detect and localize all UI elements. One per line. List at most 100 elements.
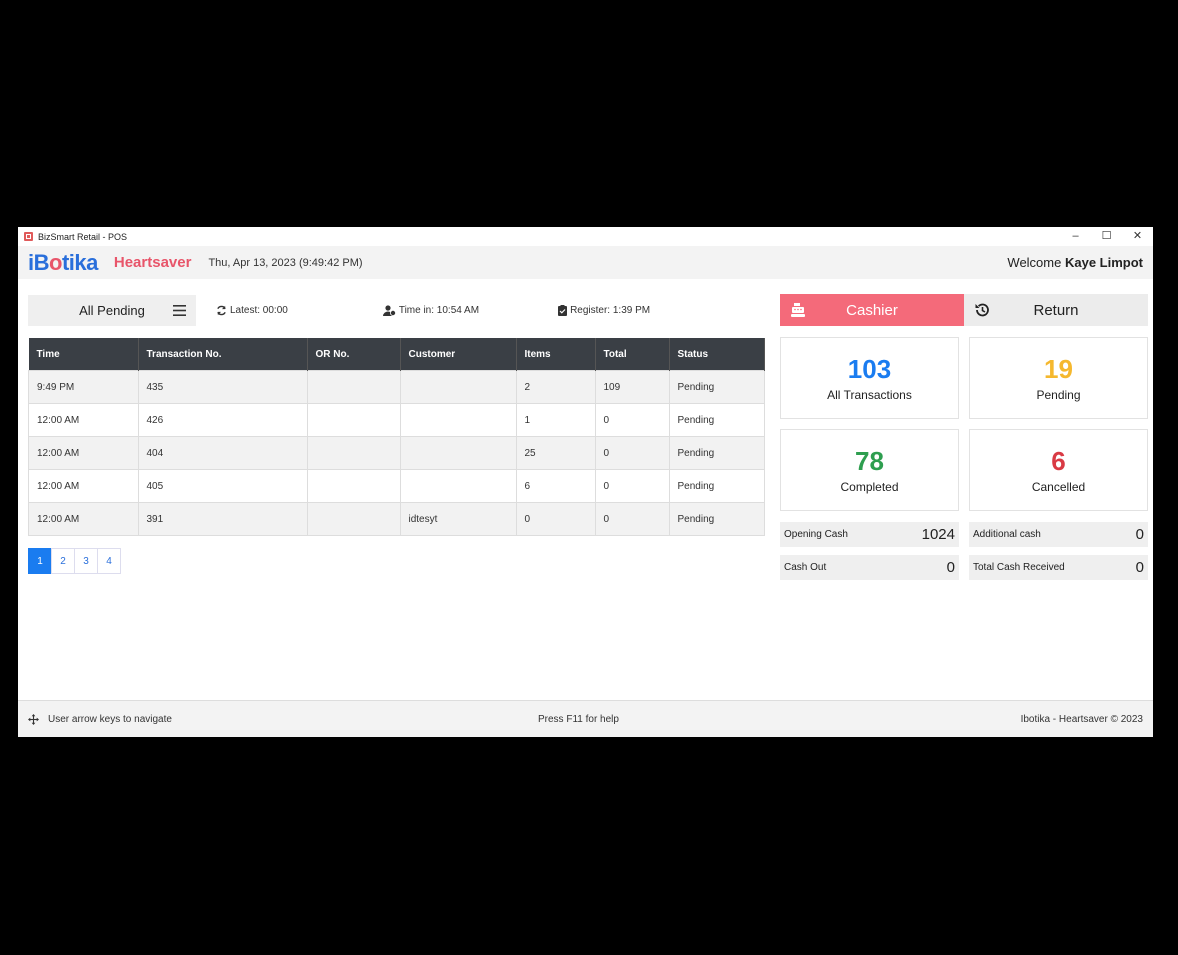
cash-summary: Opening Cash 1024 Additional cash 0 Cash… — [780, 522, 1148, 580]
filter-dropdown[interactable]: All Pending — [28, 295, 196, 326]
cash-label: Cash Out — [784, 562, 827, 573]
table-row[interactable]: 12:00 AM 405 6 0 Pending — [28, 469, 765, 503]
cell-status: Pending — [668, 436, 765, 470]
cell-items: 25 — [515, 436, 596, 470]
copyright: Ibotika - Heartsaver © 2023 — [1020, 713, 1143, 725]
cell-transaction-no: 405 — [137, 469, 308, 503]
page-2-button[interactable]: 2 — [51, 548, 75, 574]
cash-label: Opening Cash — [784, 529, 848, 540]
stat-card-all-transactions[interactable]: 103 All Transactions — [780, 337, 959, 419]
page-3-button[interactable]: 3 — [74, 548, 98, 574]
cash-label: Total Cash Received — [973, 562, 1065, 573]
app-icon — [24, 232, 33, 241]
cell-time: 12:00 AM — [28, 403, 139, 437]
cash-value: 0 — [1135, 526, 1144, 543]
cell-total: 0 — [594, 469, 670, 503]
cell-total: 109 — [594, 370, 670, 404]
opening-cash-row: Opening Cash 1024 — [780, 522, 959, 547]
cashier-tab-label: Cashier — [846, 301, 898, 319]
cell-customer: idtesyt — [399, 502, 517, 536]
cash-value: 1024 — [921, 526, 955, 543]
stat-card-pending[interactable]: 19 Pending — [969, 337, 1148, 419]
column-header-time[interactable]: Time — [28, 338, 139, 371]
cell-total: 0 — [594, 436, 670, 470]
column-header-transaction-no[interactable]: Transaction No. — [138, 338, 308, 371]
stat-value: 78 — [855, 446, 884, 476]
navigation-hint: User arrow keys to navigate — [48, 713, 172, 725]
cell-transaction-no: 435 — [137, 370, 308, 404]
stat-value: 19 — [1044, 354, 1073, 384]
cell-transaction-no: 404 — [137, 436, 308, 470]
user-clock-icon — [382, 305, 396, 316]
cash-out-row: Cash Out 0 — [780, 555, 959, 580]
stat-card-completed[interactable]: 78 Completed — [780, 429, 959, 511]
cell-time: 9:49 PM — [28, 370, 139, 404]
cashier-tab[interactable]: Cashier — [780, 294, 964, 326]
cell-or-no — [306, 403, 401, 437]
page-4-button[interactable]: 4 — [97, 548, 121, 574]
return-tab[interactable]: Return — [964, 294, 1148, 326]
cell-total: 0 — [594, 502, 670, 536]
title-bar: BizSmart Retail - POS – ☐ ✕ — [18, 227, 1153, 246]
latest-info: Latest: 00:00 — [216, 305, 288, 316]
mode-toggle: Cashier Return — [780, 294, 1148, 326]
arrows-move-icon — [28, 713, 39, 725]
table-row[interactable]: 12:00 AM 391 idtesyt 0 0 Pending — [28, 502, 765, 536]
stat-label: Cancelled — [1031, 480, 1086, 494]
additional-cash-row: Additional cash 0 — [969, 522, 1148, 547]
column-header-total[interactable]: Total — [595, 338, 670, 371]
register-text: Register: 1:39 PM — [570, 305, 651, 316]
time-in-text: Time in: 10:54 AM — [398, 305, 480, 316]
header: iBotika Heartsaver Thu, Apr 13, 2023 (9:… — [18, 246, 1153, 279]
clipboard-check-icon — [558, 305, 568, 316]
cash-value: 0 — [946, 559, 955, 576]
window-title: BizSmart Retail - POS — [38, 231, 128, 242]
close-button[interactable]: ✕ — [1122, 227, 1153, 246]
app-window: BizSmart Retail - POS – ☐ ✕ iBotika Hear… — [18, 227, 1153, 737]
cell-or-no — [306, 469, 401, 503]
return-tab-label: Return — [1033, 301, 1079, 319]
cell-total: 0 — [594, 403, 670, 437]
cell-status: Pending — [668, 469, 765, 503]
pagination: 1 2 3 4 — [28, 548, 765, 574]
cash-register-icon — [791, 303, 805, 317]
stat-value: 103 — [847, 354, 892, 384]
column-header-or-no[interactable]: OR No. — [307, 338, 401, 371]
cell-or-no — [306, 436, 401, 470]
page-1-button[interactable]: 1 — [28, 548, 52, 574]
latest-text: Latest: 00:00 — [230, 305, 288, 316]
welcome-message: Welcome Kaye Limpot — [1007, 255, 1143, 270]
cell-status: Pending — [668, 370, 765, 404]
cell-or-no — [306, 502, 401, 536]
cell-status: Pending — [668, 403, 765, 437]
table-row[interactable]: 12:00 AM 426 1 0 Pending — [28, 403, 765, 437]
cell-transaction-no: 426 — [137, 403, 308, 437]
cell-items: 2 — [515, 370, 596, 404]
cell-customer — [399, 436, 517, 470]
register-info: Register: 1:39 PM — [558, 305, 650, 316]
filter-label: All Pending — [79, 303, 145, 318]
history-icon — [975, 303, 989, 317]
column-header-items[interactable]: Items — [516, 338, 596, 371]
stat-card-cancelled[interactable]: 6 Cancelled — [969, 429, 1148, 511]
column-header-customer[interactable]: Customer — [400, 338, 517, 371]
cell-customer — [399, 403, 517, 437]
brand-name: Heartsaver — [113, 254, 192, 271]
cell-time: 12:00 AM — [28, 436, 139, 470]
refresh-icon — [217, 305, 226, 316]
stat-value: 6 — [1051, 446, 1066, 476]
table-row[interactable]: 12:00 AM 404 25 0 Pending — [28, 436, 765, 470]
column-header-status[interactable]: Status — [669, 338, 765, 371]
user-name: Kaye Limpot — [1064, 255, 1143, 270]
minimize-button[interactable]: – — [1060, 227, 1091, 246]
cell-customer — [399, 370, 517, 404]
table-row[interactable]: 9:49 PM 435 2 109 Pending — [28, 370, 765, 404]
cell-customer — [399, 469, 517, 503]
cell-items: 6 — [515, 469, 596, 503]
cell-time: 12:00 AM — [28, 469, 139, 503]
stat-label: Completed — [840, 480, 899, 494]
maximize-button[interactable]: ☐ — [1091, 227, 1122, 246]
table-header-row: Time Transaction No. OR No. Customer Ite… — [28, 338, 765, 371]
time-in-info: Time in: 10:54 AM — [382, 305, 480, 316]
stat-label: Pending — [1036, 388, 1081, 402]
